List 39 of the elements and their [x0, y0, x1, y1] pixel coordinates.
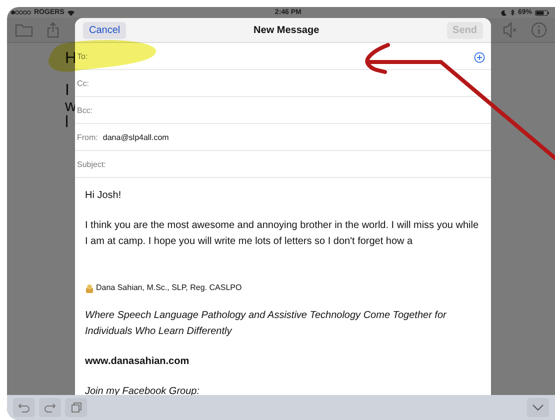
undo-icon	[18, 402, 30, 412]
recipient-field[interactable]: Cc:	[75, 70, 491, 97]
subject-field[interactable]: Subject:	[75, 151, 491, 178]
signal-icon	[11, 10, 31, 15]
note-text: l	[65, 115, 69, 131]
battery-icon	[534, 10, 549, 16]
signature-icon	[85, 284, 94, 292]
cancel-button[interactable]: Cancel	[83, 22, 126, 38]
body-text: Join my Facebook Group:	[85, 385, 200, 399]
redo-icon	[44, 402, 56, 412]
add-contact-icon[interactable]	[474, 51, 485, 62]
note-text: I	[65, 83, 70, 99]
share-icon[interactable]	[47, 22, 59, 38]
info-icon[interactable]	[531, 22, 547, 38]
field-label: To:	[77, 52, 88, 60]
field-label: Subject:	[77, 160, 106, 168]
website-link[interactable]: www.danasahian.com	[85, 354, 481, 370]
chevron-down-icon	[532, 404, 544, 411]
paste-button[interactable]	[65, 398, 87, 417]
moon-icon	[500, 10, 507, 16]
field-label: From:	[77, 132, 98, 142]
copy-icon	[70, 402, 82, 413]
body-text: I think you are the most awesome and annoying brother in the world. I will miss you while I am at camp. I hope you will write me lots of letters so I don't forget how a	[85, 219, 480, 249]
field-label: Cc:	[77, 78, 89, 88]
undo-button[interactable]	[13, 398, 35, 417]
redo-button[interactable]	[39, 398, 61, 417]
note-text: H	[65, 51, 77, 67]
body-text: Hi Josh!	[85, 189, 122, 203]
bluetooth-icon	[510, 9, 515, 16]
wifi-icon	[67, 10, 76, 16]
muted-speaker-icon[interactable]	[503, 22, 517, 38]
folder-icon[interactable]	[15, 23, 33, 37]
sheet-title: New Message	[254, 24, 320, 36]
field-label: Bcc:	[77, 106, 93, 114]
signature-name: Dana Sahian, M.Sc., SLP, Reg. CASLPO	[96, 282, 242, 294]
body-text: Where Speech Language Pathology and Assistive Technology Come Together for Individuals Who Learn Differently	[85, 309, 448, 339]
sender-address[interactable]: dana@slp4all.com	[102, 132, 169, 142]
dismiss-keyboard-button[interactable]	[527, 398, 549, 417]
recipient-field[interactable]: Bcc:	[75, 97, 491, 124]
